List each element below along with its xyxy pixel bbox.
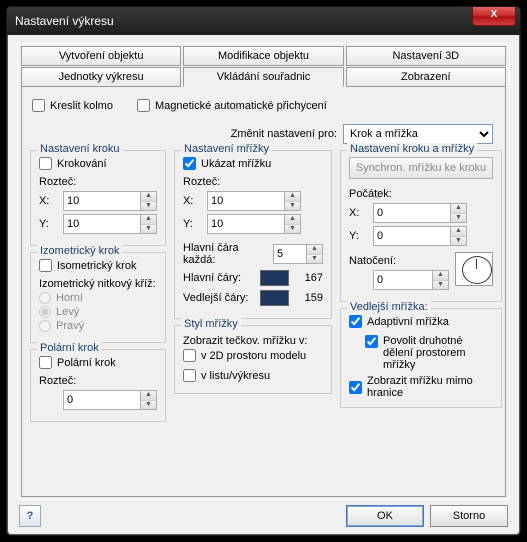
adaptive-checkbox[interactable]: Adaptivní mřížka (349, 315, 449, 328)
origin-y-input[interactable] (373, 226, 451, 246)
step-y-input[interactable] (63, 214, 141, 234)
tab-drawing-units[interactable]: Jednotky výkresu (21, 67, 181, 87)
beyond-checkbox[interactable]: Zobrazit mřížku mimo hranice (349, 375, 493, 399)
dialog-footer: ? OK Storno (7, 497, 520, 535)
content: Vytvoření objektu Modifikace objektu Nas… (7, 35, 520, 508)
group-polar: Polární krok Polární krok Rozteč: ▲▼ (30, 349, 166, 422)
group-step-grid: Nastavení kroku a mřížky Synchron. mřížk… (340, 150, 502, 302)
sync-grid-button[interactable]: Synchron. mřížku ke kroku (349, 157, 493, 179)
ortho-checkbox[interactable]: Kreslit kolmo (32, 99, 113, 112)
dotted-sheet-checkbox[interactable]: v listu/výkresu (183, 369, 270, 382)
polar-checkbox[interactable]: Polární krok (39, 356, 116, 369)
grid-y-input[interactable] (207, 214, 285, 234)
titlebar: Nastavení výkresu X (7, 7, 520, 35)
group-grid: Nastavení mřížky Ukázat mřížku Rozteč: X… (174, 150, 332, 319)
group-isometric: Izometrický krok Isometrický krok Izomet… (30, 252, 166, 343)
step-x-input[interactable] (63, 191, 141, 211)
group-grid-style: Styl mřížky Zobrazit tečkov. mřížku v: v… (174, 325, 332, 394)
spinner-buttons[interactable]: ▲▼ (141, 214, 157, 234)
window-title: Nastavení výkresu (15, 14, 114, 28)
origin-x-input[interactable] (373, 203, 451, 223)
grid-x-input[interactable] (207, 191, 285, 211)
tab-display[interactable]: Zobrazení (346, 67, 506, 87)
dialog-window: Nastavení výkresu X Vytvoření objektu Mo… (6, 6, 521, 536)
snap-checkbox[interactable]: Magnetické automatické přichycení (137, 99, 327, 112)
rotation-input[interactable] (373, 270, 433, 290)
major-every-input[interactable] (273, 244, 307, 264)
change-for-select[interactable]: Krok a mřížka (343, 124, 493, 144)
group-step: Nastavení kroku Krokování Rozteč: X:▲▼ Y… (30, 150, 166, 246)
major-color-swatch[interactable] (260, 270, 288, 286)
tab-modify-object[interactable]: Modifikace objektu (183, 46, 343, 66)
spinner-buttons[interactable]: ▲▼ (141, 390, 157, 410)
spinner-buttons[interactable]: ▲▼ (433, 270, 449, 290)
close-button[interactable]: X (472, 7, 516, 26)
polar-pitch-input[interactable] (63, 390, 141, 410)
tab-coordinate-input[interactable]: Vkládání souřadnic (183, 67, 343, 87)
step-checkbox[interactable]: Krokování (39, 157, 107, 170)
spinner-buttons[interactable]: ▲▼ (307, 244, 323, 264)
change-for-label: Změnit nastavení pro: (231, 128, 337, 140)
group-secondary-grid: Vedlejší mřížka: Adaptivní mřížka Povoli… (340, 308, 502, 408)
minor-color-swatch[interactable] (260, 290, 288, 306)
dotted-2d-checkbox[interactable]: v 2D prostoru modelu (183, 349, 306, 362)
tabs: Vytvoření objektu Modifikace objektu Nas… (17, 43, 510, 500)
spinner-buttons[interactable]: ▲▼ (141, 191, 157, 211)
allow-sub-checkbox[interactable]: Povolit druhotné dělení prostorem mřížky (349, 335, 493, 371)
tab-create-object[interactable]: Vytvoření objektu (21, 46, 181, 66)
ok-button[interactable]: OK (346, 505, 424, 527)
tab-panel: Kreslit kolmo Magnetické automatické při… (21, 87, 506, 497)
iso-top-radio: Horní (39, 292, 157, 304)
spinner-buttons[interactable]: ▲▼ (285, 191, 301, 211)
cancel-button[interactable]: Storno (430, 505, 508, 527)
clock-icon[interactable] (455, 252, 493, 286)
tab-3d-settings[interactable]: Nastavení 3D (346, 46, 506, 66)
spinner-buttons[interactable]: ▲▼ (285, 214, 301, 234)
iso-right-radio: Pravý (39, 320, 157, 332)
spinner-buttons[interactable]: ▲▼ (451, 226, 467, 246)
iso-checkbox[interactable]: Isometrický krok (39, 259, 136, 272)
show-grid-checkbox[interactable]: Ukázat mřížku (183, 157, 271, 170)
spinner-buttons[interactable]: ▲▼ (451, 203, 467, 223)
help-button[interactable]: ? (19, 505, 41, 527)
iso-left-radio: Levý (39, 306, 157, 318)
